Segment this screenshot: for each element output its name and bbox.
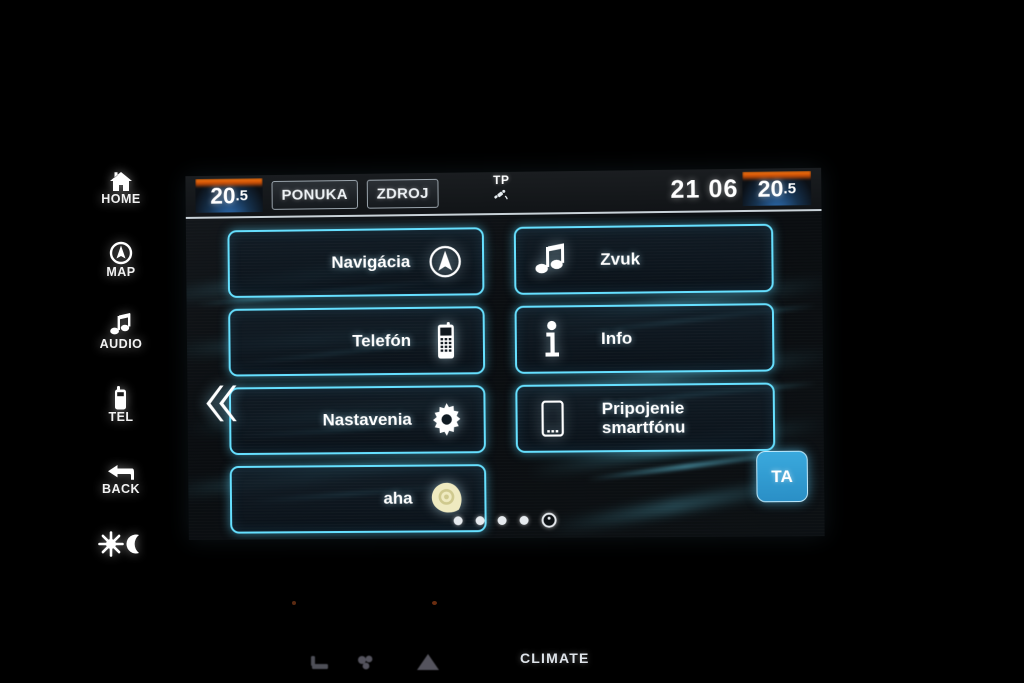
menu-tile-telephone[interactable]: Telefón xyxy=(228,306,486,377)
menu-tile-smartphone-connection[interactable]: Pripojenie smartfónu xyxy=(515,382,776,453)
page-dot-4[interactable] xyxy=(519,515,529,525)
hardkey-tel-label: TEL xyxy=(108,409,134,424)
menu-tile-navigation[interactable]: Navigácia xyxy=(227,227,485,298)
seat-heater-icon[interactable] xyxy=(310,652,340,677)
tp-label: TP xyxy=(492,172,510,188)
menu-tile-settings-label: Nastavenia xyxy=(322,410,412,430)
menu-button[interactable]: PONUKA xyxy=(271,179,358,210)
menu-column-left: Navigácia Telefón Nastavenia aha xyxy=(227,227,487,534)
smartphone-icon xyxy=(529,400,575,437)
hardkey-audio-label: AUDIO xyxy=(99,337,143,352)
source-button[interactable]: ZDROJ xyxy=(366,178,439,209)
page-dot-1[interactable] xyxy=(453,516,463,526)
hardkey-back-label: BACK xyxy=(101,482,141,497)
temperature-left-decimal: .5 xyxy=(235,186,248,204)
status-bar-spacer xyxy=(439,190,671,193)
info-i-icon xyxy=(529,320,575,358)
hardkey-home-label: HOME xyxy=(101,192,141,206)
hardkey-map-label: MAP xyxy=(106,264,136,279)
aha-pin-icon xyxy=(424,479,470,517)
hardkey-map[interactable]: MAP xyxy=(78,241,164,279)
smartphone-connection-line1: Pripojenie xyxy=(601,398,685,419)
menu-tile-sound[interactable]: Zvuk xyxy=(513,223,774,295)
menu-tile-info[interactable]: Info xyxy=(514,303,775,374)
phone-handset-icon xyxy=(113,385,129,410)
ta-button-label: TA xyxy=(771,466,794,486)
double-chevron-left-icon xyxy=(203,385,237,427)
climate-control-strip: CLIMATE xyxy=(0,601,1024,677)
menu-tile-sound-label: Zvuk xyxy=(600,249,641,270)
menu-tile-smartphone-connection-label: Pripojenie smartfónu xyxy=(602,398,686,437)
fan-icon[interactable] xyxy=(355,652,377,677)
indicator-led-left xyxy=(292,601,296,605)
menu-tile-aha-label: aha xyxy=(383,489,413,509)
menu-tile-navigation-label: Navigácia xyxy=(331,252,411,273)
page-dot-5-current[interactable] xyxy=(541,512,557,528)
compass-icon xyxy=(422,244,468,278)
menu-tile-settings[interactable]: Nastavenia xyxy=(228,385,486,456)
temperature-right[interactable]: 20.5 xyxy=(742,170,812,206)
home-icon xyxy=(109,168,133,192)
tp-indicator: TP xyxy=(493,173,510,207)
music-note-icon xyxy=(528,243,574,278)
temperature-left-whole: 20 xyxy=(210,182,236,209)
music-note-icon xyxy=(110,313,132,337)
hardkey-audio[interactable]: AUDIO xyxy=(78,313,164,351)
hardkey-back[interactable]: BACK xyxy=(78,458,164,496)
menu-column-right: Zvuk Info Pripojenie smartfónu xyxy=(513,223,776,453)
home-menu: Navigácia Telefón Nastavenia aha Zvuk In… xyxy=(185,209,825,540)
temperature-right-whole: 20 xyxy=(757,174,784,202)
back-arrow-icon xyxy=(108,458,134,482)
temperature-right-decimal: .5 xyxy=(783,179,797,197)
hardkey-column: HOME MAP AUDIO TEL BACK xyxy=(78,168,164,558)
indicator-led-right xyxy=(432,601,437,605)
clock[interactable]: 21 06 xyxy=(670,175,738,205)
previous-page-arrow[interactable] xyxy=(203,383,237,428)
brightness-day-night-icon xyxy=(97,531,145,557)
defrost-icon[interactable] xyxy=(415,652,441,677)
menu-tile-telephone-label: Telefón xyxy=(352,331,412,351)
touchscreen-display[interactable]: 20.5 PONUKA ZDROJ TP 21 06 20 .5 Navigác… xyxy=(185,167,825,540)
hardkey-tel[interactable]: TEL xyxy=(78,385,164,424)
head-unit-body: HOME MAP AUDIO TEL BACK 20 .5 PONUKA ZDR… xyxy=(0,0,1024,683)
temperature-left[interactable]: 20.5 xyxy=(195,178,263,213)
satellite-icon xyxy=(493,188,509,207)
mobile-phone-icon xyxy=(423,321,469,360)
map-compass-icon xyxy=(109,241,133,265)
page-dot-3[interactable] xyxy=(497,515,507,526)
ta-button[interactable]: TA xyxy=(756,450,809,503)
screen-surface: 20.5 PONUKA ZDROJ TP 21 06 20 .5 Navigác… xyxy=(185,167,825,540)
gear-icon xyxy=(424,402,470,437)
hardkey-brightness[interactable] xyxy=(78,531,164,558)
smartphone-connection-line2: smartfónu xyxy=(601,417,686,438)
page-dot-2[interactable] xyxy=(475,516,485,526)
page-indicator xyxy=(189,511,825,530)
menu-tile-smartphone-label: Info xyxy=(600,329,633,349)
climate-label: CLIMATE xyxy=(520,650,590,666)
hardkey-home[interactable]: HOME xyxy=(78,168,164,206)
